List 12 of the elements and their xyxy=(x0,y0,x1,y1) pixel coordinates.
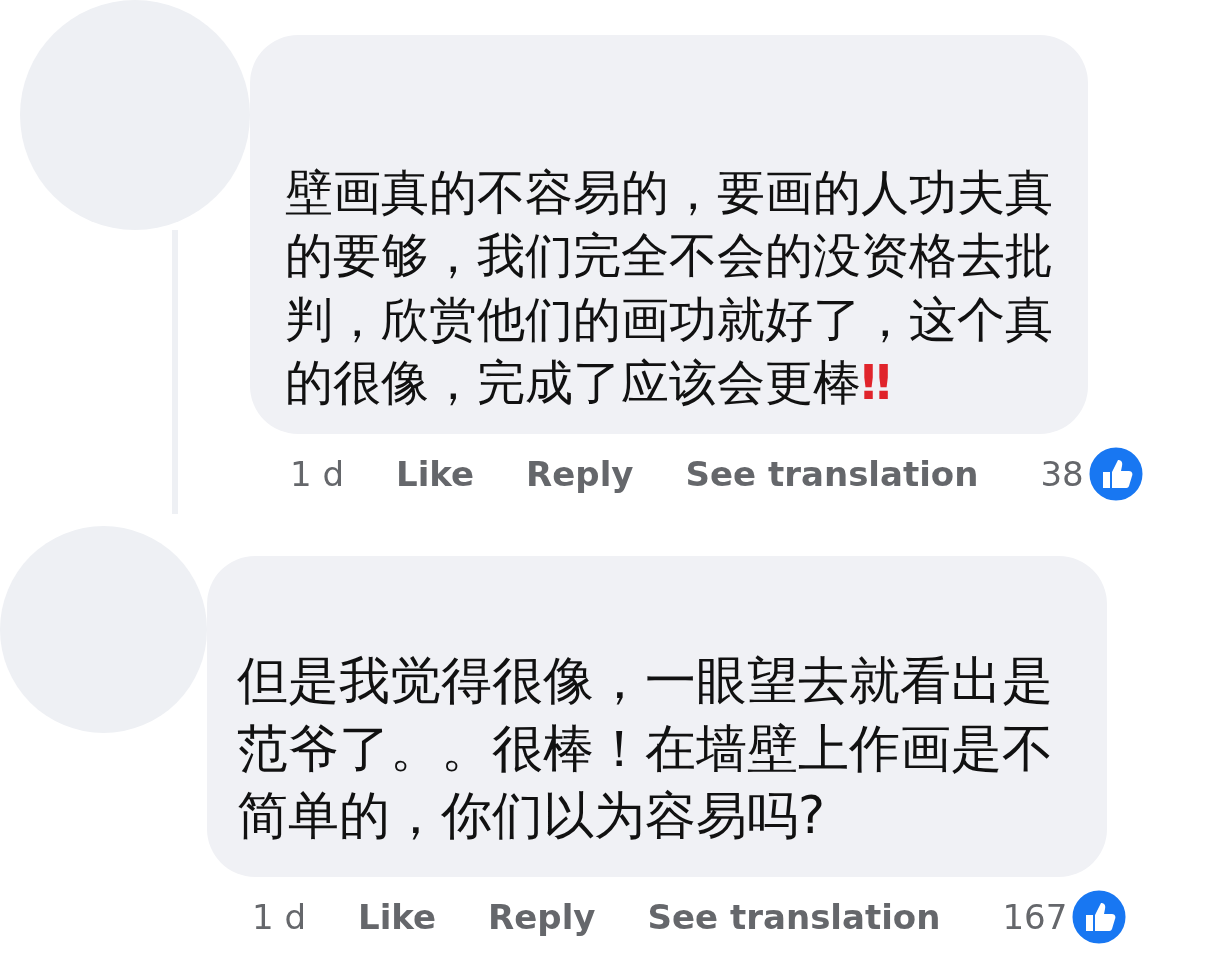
reply-link[interactable]: Reply xyxy=(488,897,596,938)
timestamp: 1 d xyxy=(252,897,307,938)
see-translation-link[interactable]: See translation xyxy=(685,454,979,495)
see-translation-link[interactable]: See translation xyxy=(647,897,941,938)
like-link[interactable]: Like xyxy=(396,454,475,495)
reaction-count: 38 xyxy=(1040,454,1084,495)
comment-text: 但是我觉得很像，一眼望去就看出是范爷了。。很棒！在墙壁上作画是不简单的，你们以为容易吗? xyxy=(237,650,1054,848)
comment-text: 壁画真的不容易的，要画的人功夫真的要够，我们完全不会的没资格去批判，欣赏他们的画功就好了，这个真的很像，完成了应该会更棒‼ xyxy=(285,163,1053,413)
timestamp: 1 d xyxy=(290,454,345,495)
reply-link[interactable]: Reply xyxy=(526,454,634,495)
like-link[interactable]: Like xyxy=(358,897,437,938)
reaction-count: 167 xyxy=(1002,897,1068,938)
